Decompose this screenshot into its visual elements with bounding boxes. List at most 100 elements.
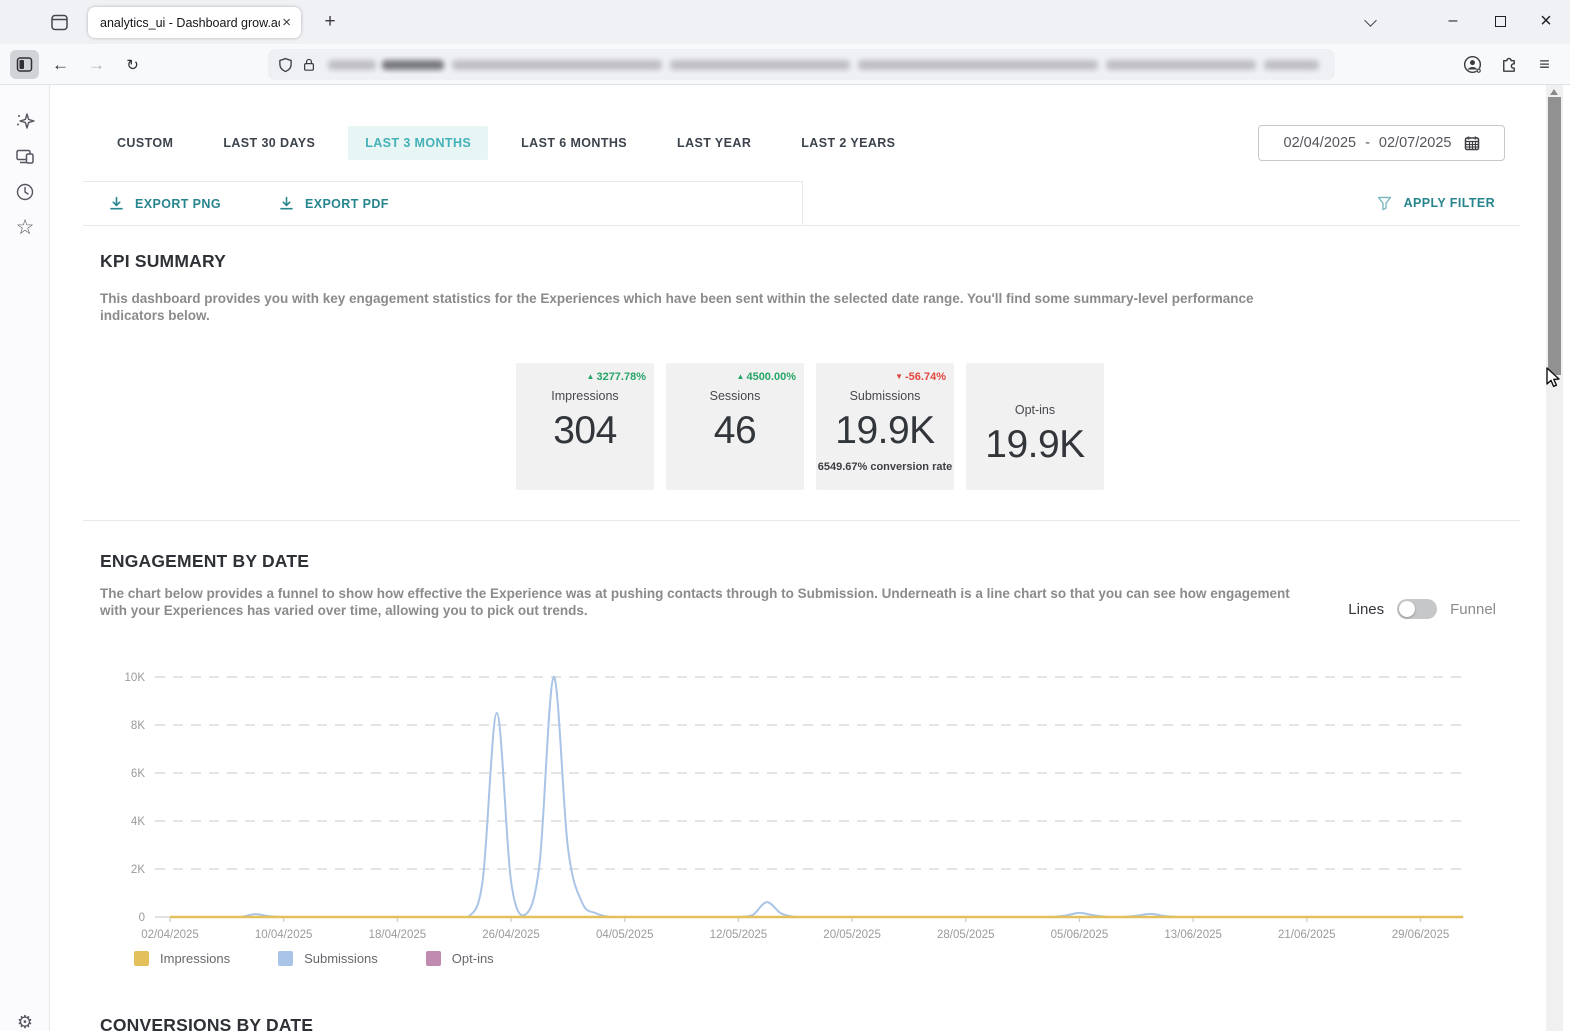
kpi-value: 304 — [516, 409, 654, 453]
apply-filter-button[interactable]: APPLY FILTER — [1377, 181, 1495, 225]
conversions-heading: CONVERSIONS BY DATE — [100, 1015, 313, 1031]
tab-last-3-months[interactable]: LAST 3 MONTHS — [348, 126, 488, 160]
chart-mode-toggle: Lines Funnel — [1348, 599, 1496, 619]
engagement-heading: ENGAGEMENT BY DATE — [100, 551, 309, 572]
tab-last-year[interactable]: LAST YEAR — [660, 126, 768, 160]
scrollbar-up-arrow[interactable] — [1550, 89, 1558, 95]
tab-custom[interactable]: CUSTOM — [100, 126, 190, 160]
date-separator: - — [1365, 135, 1370, 151]
window-maximize-button[interactable] — [1477, 0, 1523, 42]
download-icon — [109, 196, 124, 211]
tab-last-2-years[interactable]: LAST 2 YEARS — [784, 126, 912, 160]
shield-icon[interactable] — [278, 57, 293, 73]
new-tab-button[interactable]: + — [316, 8, 344, 36]
bookmarks-star-icon[interactable]: ☆ — [11, 213, 39, 241]
list-tabs-chevron-icon[interactable] — [1358, 14, 1382, 30]
forward-button[interactable]: → — [82, 50, 111, 79]
kpi-label: Opt-ins — [966, 403, 1104, 417]
date-range-input[interactable]: 02/04/2025 - 02/07/2025 — [1258, 125, 1505, 161]
conversion-rate-note: 6549.67% conversion rate — [816, 461, 954, 473]
svg-text:10/04/2025: 10/04/2025 — [255, 929, 313, 941]
window-minimize-button[interactable]: – — [1430, 0, 1476, 42]
triangle-up-icon: ▲ — [587, 372, 595, 381]
svg-text:18/04/2025: 18/04/2025 — [369, 929, 427, 941]
calendar-icon[interactable] — [1464, 135, 1480, 151]
kpi-delta: ▲3277.78% — [587, 371, 646, 383]
engagement-line-chart[interactable]: 0 2K 4K 6K 8K 10K 02/04/2025 10/04/2025 18/04/20… — [100, 655, 1520, 950]
kpi-label: Submissions — [816, 389, 954, 403]
lock-icon[interactable] — [302, 57, 316, 72]
svg-text:8K: 8K — [131, 720, 145, 732]
svg-text:04/05/2025: 04/05/2025 — [596, 929, 654, 941]
svg-text:4K: 4K — [131, 816, 145, 828]
url-bar[interactable] — [268, 49, 1335, 80]
svg-text:05/06/2025: 05/06/2025 — [1051, 929, 1109, 941]
svg-text:29/06/2025: 29/06/2025 — [1392, 929, 1450, 941]
scrollbar-thumb[interactable] — [1548, 97, 1561, 375]
export-png-button[interactable]: EXPORT PNG — [109, 196, 221, 211]
kpi-value: 19.9K — [966, 423, 1104, 467]
kpi-card-impressions: ▲3277.78% Impressions 304 — [516, 363, 654, 490]
kpi-value: 46 — [666, 409, 804, 453]
kpi-summary-heading: KPI SUMMARY — [100, 251, 226, 272]
svg-text:28/05/2025: 28/05/2025 — [937, 929, 995, 941]
export-pdf-button[interactable]: EXPORT PDF — [279, 196, 389, 211]
svg-text:2K: 2K — [131, 864, 145, 876]
browser-tab[interactable]: analytics_ui - Dashboard grow.accou × — [88, 7, 301, 38]
chart-legend: Impressions Submissions Opt-ins — [134, 951, 494, 966]
legend-opt-ins[interactable]: Opt-ins — [426, 951, 494, 966]
browser-tab-bar: analytics_ui - Dashboard grow.accou × + … — [0, 0, 1570, 44]
toggle-label-funnel[interactable]: Funnel — [1450, 601, 1496, 618]
section-divider — [83, 520, 1520, 521]
kpi-card-sessions: ▲4500.00% Sessions 46 — [666, 363, 804, 490]
impressions-swatch — [134, 951, 149, 966]
date-range-tabs: CUSTOM LAST 30 DAYS LAST 3 MONTHS LAST 6… — [100, 125, 928, 161]
svg-text:02/04/2025: 02/04/2025 — [141, 929, 199, 941]
tab-close-icon[interactable]: × — [280, 15, 293, 30]
browser-nav-bar: ← → ↻ ≡ — [0, 44, 1570, 85]
svg-text:26/04/2025: 26/04/2025 — [482, 929, 540, 941]
download-icon — [279, 196, 294, 211]
date-end: 02/07/2025 — [1379, 135, 1452, 151]
svg-text:12/05/2025: 12/05/2025 — [710, 929, 768, 941]
kpi-delta: ▲4500.00% — [737, 371, 796, 383]
back-button[interactable]: ← — [46, 50, 75, 79]
sidebar-toggle-button[interactable] — [10, 50, 39, 79]
kpi-card-opt-ins: Opt-ins 19.9K — [966, 363, 1104, 490]
legend-submissions[interactable]: Submissions — [278, 951, 378, 966]
ai-sparkles-icon[interactable] — [11, 107, 39, 135]
svg-text:10K: 10K — [125, 672, 146, 684]
reload-button[interactable]: ↻ — [118, 50, 147, 79]
export-group: EXPORT PNG EXPORT PDF — [83, 181, 803, 225]
svg-text:13/06/2025: 13/06/2025 — [1164, 929, 1222, 941]
svg-text:0: 0 — [139, 912, 145, 924]
toolbar-row: EXPORT PNG EXPORT PDF APPLY FILTER — [83, 181, 1520, 226]
svg-text:6K: 6K — [131, 768, 145, 780]
opt-ins-swatch — [426, 951, 441, 966]
engagement-description: The chart below provides a funnel to sho… — [100, 586, 1318, 619]
toggle-label-lines[interactable]: Lines — [1348, 601, 1384, 618]
tab-last-30-days[interactable]: LAST 30 DAYS — [206, 126, 332, 160]
tab-last-6-months[interactable]: LAST 6 MONTHS — [504, 126, 644, 160]
kpi-delta: ▼-56.74% — [895, 371, 946, 383]
hamburger-menu-icon[interactable]: ≡ — [1530, 50, 1559, 79]
dashboard-content: CUSTOM LAST 30 DAYS LAST 3 MONTHS LAST 6… — [50, 85, 1546, 1031]
date-start: 02/04/2025 — [1284, 135, 1357, 151]
svg-text:21/06/2025: 21/06/2025 — [1278, 929, 1336, 941]
triangle-up-icon: ▲ — [737, 372, 745, 381]
synced-tabs-icon[interactable] — [11, 143, 39, 171]
firefox-sidebar: ☆ ⚙ — [0, 85, 50, 1031]
account-icon[interactable] — [1458, 50, 1487, 79]
lines-funnel-switch[interactable] — [1397, 599, 1437, 619]
vertical-scrollbar[interactable] — [1546, 85, 1563, 1031]
switch-knob[interactable] — [1399, 601, 1415, 617]
window-close-button[interactable]: × — [1523, 0, 1569, 42]
filter-funnel-icon — [1377, 196, 1392, 211]
legend-impressions[interactable]: Impressions — [134, 951, 230, 966]
kpi-cards-row: ▲3277.78% Impressions 304 ▲4500.00% Sess… — [100, 363, 1520, 490]
settings-gear-icon[interactable]: ⚙ — [11, 1008, 39, 1031]
extensions-puzzle-icon[interactable] — [1494, 50, 1523, 79]
kpi-label: Sessions — [666, 389, 804, 403]
firefox-view-icon[interactable] — [44, 8, 74, 36]
history-clock-icon[interactable] — [11, 178, 39, 206]
